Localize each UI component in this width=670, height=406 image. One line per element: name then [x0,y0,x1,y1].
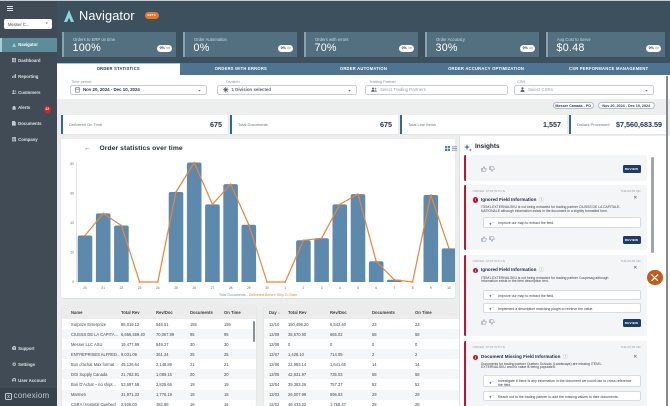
svg-text:26: 26 [192,286,196,290]
svg-text:80: 80 [70,162,74,166]
svg-text:20: 20 [83,286,87,290]
svg-text:29: 29 [247,286,251,290]
svg-text:7: 7 [394,286,396,290]
svg-text:23: 23 [138,286,142,290]
svg-text:3: 3 [321,286,323,290]
svg-text:9: 9 [430,286,432,290]
svg-text:27: 27 [211,286,215,290]
svg-text:40: 40 [70,221,74,225]
svg-text:4: 4 [339,286,341,290]
svg-text:30: 30 [265,286,269,290]
svg-text:60: 60 [70,192,74,196]
svg-text:21: 21 [101,286,105,290]
svg-text:8: 8 [412,286,414,290]
svg-text:5: 5 [357,286,359,290]
svg-text:1: 1 [284,286,286,290]
svg-text:6: 6 [375,286,377,290]
svg-text:22: 22 [120,286,124,290]
svg-text:10: 10 [447,286,451,290]
svg-text:28: 28 [229,286,233,290]
svg-text:20: 20 [70,251,74,255]
svg-text:2: 2 [303,286,305,290]
svg-text:0: 0 [72,280,74,284]
svg-text:24: 24 [156,286,160,290]
svg-text:Total Documents - Delivered Be: Total Documents - Delivered Before Ship … [219,293,297,297]
svg-text:25: 25 [174,286,178,290]
svg-text:?: ? [13,346,15,350]
